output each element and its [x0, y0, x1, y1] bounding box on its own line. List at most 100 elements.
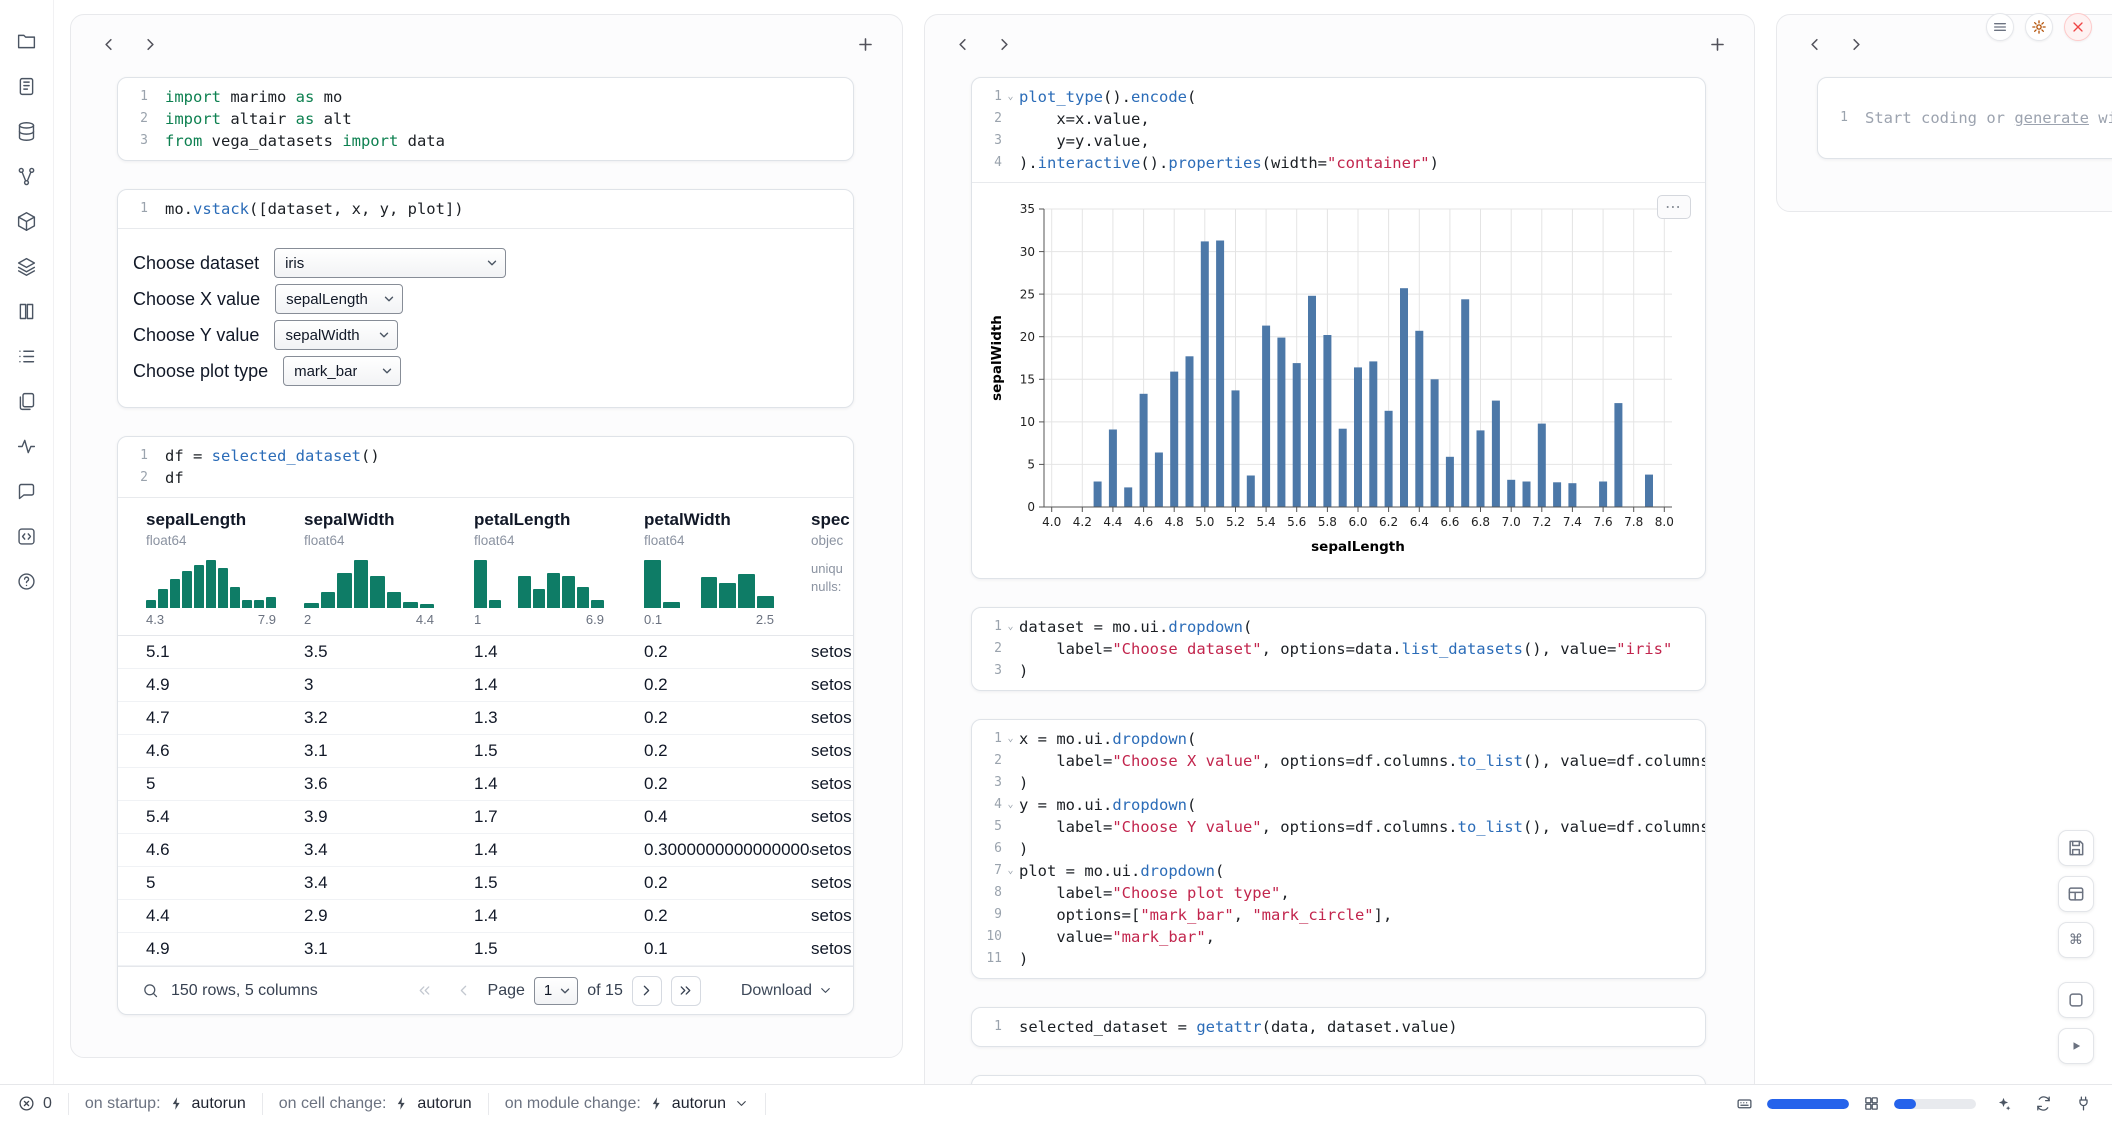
notebook-cell: 1⌄plot_type().encode(2 x=x.value,3 y=y.v… — [971, 77, 1706, 579]
ai-assistant-button[interactable] — [1990, 1091, 2016, 1117]
svg-text:4.8: 4.8 — [1165, 515, 1184, 529]
runtime-on-cell-change[interactable]: on cell change:autorun — [263, 1093, 489, 1115]
table-cell: 3.1 — [304, 939, 474, 959]
restart-kernel-button[interactable] — [2030, 1091, 2056, 1117]
cpu-meter[interactable] — [1894, 1099, 1976, 1109]
sidebar-datasources-button[interactable] — [12, 116, 42, 146]
kernel-power-button[interactable] — [2070, 1091, 2096, 1117]
sidebar-logs-button[interactable] — [12, 341, 42, 371]
code-editor[interactable]: 1mo.vstack([dataset, x, y, plot]) — [118, 190, 853, 228]
sidebar-tracing-button[interactable] — [12, 431, 42, 461]
chart-menu-button[interactable]: ⋯ — [1657, 195, 1691, 219]
add-column-button[interactable] — [850, 29, 880, 59]
run-all-button[interactable] — [2058, 1028, 2094, 1064]
grid-icon — [1863, 1095, 1880, 1112]
close-button[interactable] — [2064, 13, 2092, 41]
runtime-on-module-change[interactable]: on module change:autorun — [489, 1093, 766, 1115]
histogram-bar — [474, 560, 487, 608]
column-prev-button[interactable] — [93, 29, 123, 59]
column-stats: uniqunulls: — [811, 560, 854, 596]
sidebar-notebook-button[interactable] — [12, 71, 42, 101]
sidebar-chat-button[interactable] — [12, 476, 42, 506]
table-row: 4.93.11.50.1setos — [118, 933, 853, 966]
code-line: 9 options=["mark_bar", "mark_circle"], — [972, 904, 1705, 926]
table-search-button[interactable] — [142, 982, 159, 999]
column-histogram[interactable] — [474, 560, 604, 608]
menu-button[interactable] — [1986, 13, 2014, 41]
memory-meter[interactable] — [1767, 1099, 1849, 1109]
code-editor[interactable]: 1⌄x = mo.ui.dropdown(2 label="Choose X v… — [972, 720, 1705, 978]
sidebar-variables-button[interactable] — [12, 161, 42, 191]
svg-text:7.4: 7.4 — [1563, 515, 1582, 529]
column-histogram[interactable] — [644, 560, 774, 608]
column-next-button[interactable] — [135, 29, 165, 59]
column-prev-button[interactable] — [1799, 29, 1829, 59]
page-select[interactable]: 1 — [534, 977, 578, 1005]
column-prev-button[interactable] — [947, 29, 977, 59]
line-number: 3 — [972, 772, 1002, 794]
table-cell: setos — [811, 807, 854, 827]
sidebar-file-explorer-button[interactable] — [12, 26, 42, 56]
altair-bar-chart[interactable]: 4.04.24.44.64.85.05.25.45.65.86.06.26.46… — [986, 195, 1686, 563]
fold-icon[interactable]: ⌄ — [1002, 860, 1019, 882]
last-page-button[interactable] — [671, 976, 701, 1006]
code-editor[interactable]: 1⌄plot_type().encode(2 x=x.value,3 y=y.v… — [972, 78, 1705, 182]
histogram-bar — [663, 602, 680, 608]
sidebar-outline-button[interactable] — [12, 251, 42, 281]
choose-y-value-select[interactable]: sepalWidth — [274, 320, 398, 350]
grid-view-button[interactable] — [2058, 876, 2094, 912]
table-column-header[interactable]: specobjecuniqunulls: — [811, 510, 854, 627]
svg-text:6.0: 6.0 — [1348, 515, 1367, 529]
line-number: 1 — [118, 445, 148, 467]
table-cell: 5.1 — [146, 642, 304, 662]
fold-icon[interactable]: ⌄ — [1002, 728, 1019, 750]
fold-icon[interactable]: ⌄ — [1002, 616, 1019, 638]
column-next-button[interactable] — [1841, 29, 1871, 59]
download-button[interactable]: Download — [741, 982, 833, 1000]
status-bar: 0on startup:autorunon cell change:autoru… — [0, 1084, 2112, 1122]
code-editor[interactable]: 1df = selected_dataset()2df — [118, 437, 853, 497]
table-column-header[interactable]: petalWidthfloat640.12.5 — [644, 510, 811, 627]
settings-button[interactable] — [2025, 13, 2053, 41]
column-next-button[interactable] — [989, 29, 1019, 59]
folder-icon — [16, 31, 37, 52]
table-column-header[interactable]: sepalLengthfloat644.37.9 — [146, 510, 304, 627]
svg-text:4.4: 4.4 — [1103, 515, 1122, 529]
error-indicator[interactable]: 0 — [16, 1093, 69, 1115]
code-editor[interactable]: 1 Start coding or generate with — [1818, 78, 2112, 158]
choose-plot-type-select[interactable]: mark_bar — [283, 356, 401, 386]
fold-icon[interactable]: ⌄ — [1002, 794, 1019, 816]
new-cell[interactable]: 1 Start coding or generate with — [1817, 77, 2112, 159]
code-editor[interactable]: 1⌄dataset = mo.ui.dropdown(2 label="Choo… — [972, 608, 1705, 690]
choose-dataset-select[interactable]: iris — [274, 248, 506, 278]
next-page-button[interactable] — [632, 976, 662, 1006]
column-histogram[interactable] — [304, 560, 434, 608]
histogram-range: 16.9 — [474, 612, 604, 627]
sidebar-packages-button[interactable] — [12, 206, 42, 236]
runtime-on-startup[interactable]: on startup:autorun — [69, 1093, 263, 1115]
code-line: 2 label="Choose X value", options=df.col… — [972, 750, 1705, 772]
sidebar-help-button[interactable] — [12, 566, 42, 596]
table-cell: 4.4 — [146, 906, 304, 926]
sidebar-documentation-button[interactable] — [12, 296, 42, 326]
frame-button[interactable] — [2058, 982, 2094, 1018]
choose-x-value-select[interactable]: sepalLength — [275, 284, 403, 314]
fold-icon[interactable]: ⌄ — [1002, 86, 1019, 108]
column-histogram[interactable] — [146, 560, 276, 608]
chevron-down-icon — [382, 292, 396, 306]
add-column-button[interactable] — [1702, 29, 1732, 59]
first-page-button[interactable] — [410, 976, 440, 1006]
prev-page-button[interactable] — [449, 976, 479, 1006]
code-editor[interactable]: 1selected_dataset = getattr(data, datase… — [972, 1008, 1705, 1046]
chevron-left-icon — [99, 35, 118, 54]
table-column-header[interactable]: petalLengthfloat6416.9 — [474, 510, 644, 627]
generate-link[interactable]: generate — [2014, 109, 2089, 127]
code-editor[interactable]: 1import marimo as mo2import altair as al… — [118, 78, 853, 160]
keyboard-shortcuts-button[interactable]: ⌘ — [2058, 922, 2094, 958]
save-button[interactable] — [2058, 830, 2094, 866]
sidebar-files-button[interactable] — [12, 386, 42, 416]
table-cell: 0.2 — [644, 741, 811, 761]
sidebar-snippets-button[interactable] — [12, 521, 42, 551]
table-column-header[interactable]: sepalWidthfloat6424.4 — [304, 510, 474, 627]
database-icon — [16, 121, 37, 142]
